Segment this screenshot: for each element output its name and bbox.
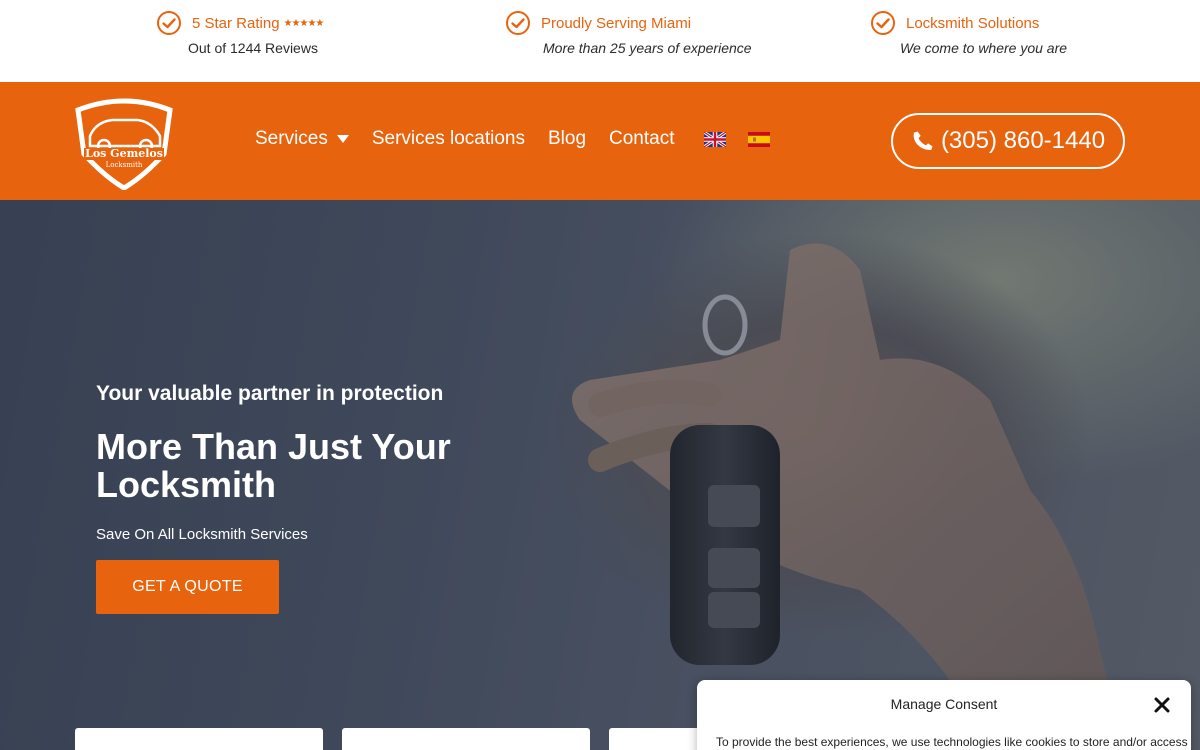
- service-card[interactable]: [75, 728, 323, 750]
- check-circle-icon: [506, 11, 530, 35]
- caret-down-icon: [336, 135, 349, 143]
- check-circle-icon: [871, 11, 895, 35]
- rating-reviews: Out of 1244 Reviews: [188, 40, 318, 56]
- close-icon[interactable]: [1153, 696, 1171, 714]
- consent-title: Manage Consent: [890, 696, 998, 712]
- nav-services-label: Services: [255, 128, 328, 149]
- check-circle-icon: [157, 11, 181, 35]
- phone-icon: [913, 131, 933, 151]
- serving-info: Proudly Serving Miami More than 25 years…: [505, 10, 752, 70]
- get-a-quote-button[interactable]: GET A QUOTE: [96, 560, 279, 614]
- consent-dialog: Manage Consent To provide the best exper…: [697, 680, 1191, 750]
- rating-title: 5 Star Rating: [192, 14, 280, 32]
- top-info-bar: 5 Star Rating ★★★★★ Out of 1244 Reviews …: [0, 0, 1200, 82]
- hero-tagline: Your valuable partner in protection: [96, 382, 444, 405]
- hero-section: Your valuable partner in protection More…: [0, 200, 1200, 750]
- main-nav: Services Services locations Blog Contact: [255, 128, 786, 150]
- nav-contact[interactable]: Contact: [609, 128, 674, 150]
- nav-services[interactable]: Services: [255, 128, 349, 150]
- serving-title: Proudly Serving Miami: [541, 14, 692, 32]
- nav-blog[interactable]: Blog: [548, 128, 586, 150]
- star-rating-icon: ★★★★★: [283, 17, 325, 29]
- logo-name: Los Gemelos: [85, 147, 163, 160]
- rating-info: 5 Star Rating ★★★★★ Out of 1244 Reviews: [156, 10, 325, 70]
- consent-text: To provide the best experiences, we use …: [716, 735, 1188, 749]
- solutions-title: Locksmith Solutions: [906, 14, 1040, 32]
- hero-headline: More Than Just Your Locksmith: [96, 426, 451, 505]
- logo[interactable]: Los Gemelos Locksmith: [72, 96, 176, 190]
- hero-lead: Save On All Locksmith Services: [96, 526, 308, 543]
- phone-call-button[interactable]: (305) 860-1440: [891, 113, 1125, 169]
- solutions-sub: We come to where you are: [900, 40, 1068, 56]
- uk-flag-icon[interactable]: [703, 131, 726, 147]
- spain-flag-icon[interactable]: [747, 131, 770, 147]
- solutions-info: Locksmith Solutions We come to where you…: [870, 10, 1067, 70]
- phone-number: (305) 860-1440: [940, 127, 1106, 154]
- hero-text: Your valuable partner in protection More…: [96, 382, 516, 543]
- serving-sub: More than 25 years of experience: [543, 40, 752, 56]
- logo-tagline: Locksmith: [106, 161, 143, 169]
- service-card[interactable]: [342, 728, 590, 750]
- nav-services-locations[interactable]: Services locations: [372, 128, 525, 150]
- site-header: Los Gemelos Locksmith Services Services …: [0, 82, 1200, 200]
